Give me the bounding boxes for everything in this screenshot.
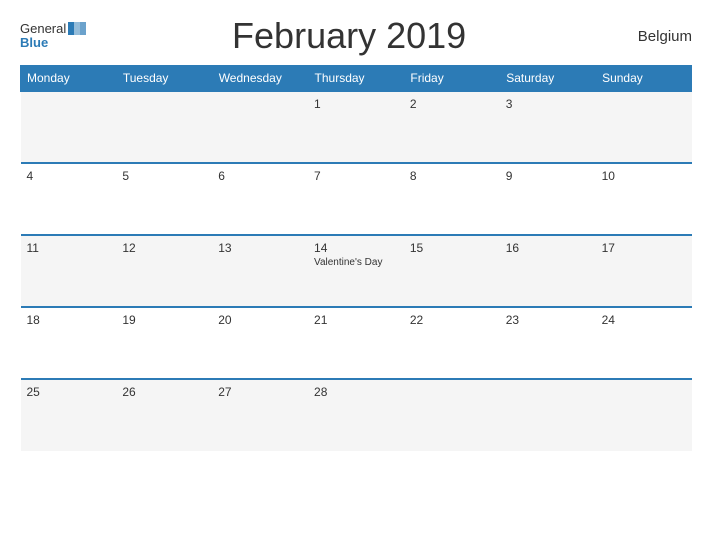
day-number: 25 [27, 385, 111, 399]
calendar-cell: 8 [404, 163, 500, 235]
day-number: 4 [27, 169, 111, 183]
calendar-cell: 24 [596, 307, 692, 379]
day-number: 7 [314, 169, 398, 183]
calendar-cell: 13 [212, 235, 308, 307]
week-row-4: 18 19 20 21 22 23 24 [21, 307, 692, 379]
col-friday: Friday [404, 66, 500, 92]
day-number: 14 [314, 241, 398, 255]
day-number: 21 [314, 313, 398, 327]
day-number: 11 [27, 241, 111, 255]
calendar-cell [21, 91, 117, 163]
day-number: 24 [602, 313, 686, 327]
calendar-cell: 9 [500, 163, 596, 235]
calendar-cell: 15 [404, 235, 500, 307]
col-sunday: Sunday [596, 66, 692, 92]
calendar-header: Monday Tuesday Wednesday Thursday Friday… [21, 66, 692, 92]
day-number: 20 [218, 313, 302, 327]
calendar-cell [500, 379, 596, 451]
day-number: 26 [122, 385, 206, 399]
calendar-cell: 12 [116, 235, 212, 307]
calendar-table: Monday Tuesday Wednesday Thursday Friday… [20, 65, 692, 451]
col-thursday: Thursday [308, 66, 404, 92]
calendar-cell: 7 [308, 163, 404, 235]
calendar-cell: 20 [212, 307, 308, 379]
logo-blue-text: Blue [20, 36, 48, 50]
day-event: Valentine's Day [314, 257, 398, 268]
logo-flag-icon [68, 22, 86, 35]
day-number: 19 [122, 313, 206, 327]
logo: General Blue [20, 22, 86, 51]
calendar-cell [212, 91, 308, 163]
day-number: 27 [218, 385, 302, 399]
day-number: 5 [122, 169, 206, 183]
calendar-cell: 21 [308, 307, 404, 379]
calendar-cell [404, 379, 500, 451]
calendar-cell: 28 [308, 379, 404, 451]
week-row-3: 11 12 13 14 Valentine's Day 15 16 17 [21, 235, 692, 307]
day-number: 16 [506, 241, 590, 255]
day-number: 10 [602, 169, 686, 183]
col-monday: Monday [21, 66, 117, 92]
calendar-cell: 4 [21, 163, 117, 235]
day-number: 1 [314, 97, 398, 111]
calendar-cell [596, 91, 692, 163]
logo-general-text: General [20, 22, 66, 36]
calendar-cell [596, 379, 692, 451]
calendar-cell: 2 [404, 91, 500, 163]
day-number: 3 [506, 97, 590, 111]
days-of-week-row: Monday Tuesday Wednesday Thursday Friday… [21, 66, 692, 92]
calendar-cell: 16 [500, 235, 596, 307]
calendar-title: February 2019 [86, 15, 612, 57]
day-number: 6 [218, 169, 302, 183]
calendar-cell: 18 [21, 307, 117, 379]
day-number: 18 [27, 313, 111, 327]
day-number: 17 [602, 241, 686, 255]
calendar-cell: 19 [116, 307, 212, 379]
day-number: 23 [506, 313, 590, 327]
calendar-cell: 5 [116, 163, 212, 235]
col-saturday: Saturday [500, 66, 596, 92]
calendar-cell: 23 [500, 307, 596, 379]
page: General Blue February 2019 Belgium Monda… [0, 0, 712, 550]
calendar-cell: 25 [21, 379, 117, 451]
calendar-cell: 11 [21, 235, 117, 307]
week-row-5: 25 26 27 28 [21, 379, 692, 451]
calendar-cell [116, 91, 212, 163]
day-number: 2 [410, 97, 494, 111]
day-number: 28 [314, 385, 398, 399]
day-number: 15 [410, 241, 494, 255]
week-row-1: 123 [21, 91, 692, 163]
calendar-cell: 17 [596, 235, 692, 307]
calendar-cell: 6 [212, 163, 308, 235]
header: General Blue February 2019 Belgium [20, 15, 692, 57]
calendar-cell: 27 [212, 379, 308, 451]
week-row-2: 456789 10 [21, 163, 692, 235]
day-number: 12 [122, 241, 206, 255]
calendar-cell: 26 [116, 379, 212, 451]
calendar-body: 1234567891011121314Valentine's Day151617… [21, 91, 692, 451]
col-wednesday: Wednesday [212, 66, 308, 92]
day-number: 22 [410, 313, 494, 327]
country-label: Belgium [612, 28, 692, 45]
calendar-cell: 14 Valentine's Day [308, 235, 404, 307]
day-number: 13 [218, 241, 302, 255]
calendar-cell: 22 [404, 307, 500, 379]
calendar-cell: 3 [500, 91, 596, 163]
day-number: 9 [506, 169, 590, 183]
calendar-cell: 10 [596, 163, 692, 235]
col-tuesday: Tuesday [116, 66, 212, 92]
calendar-cell: 1 [308, 91, 404, 163]
day-number: 8 [410, 169, 494, 183]
